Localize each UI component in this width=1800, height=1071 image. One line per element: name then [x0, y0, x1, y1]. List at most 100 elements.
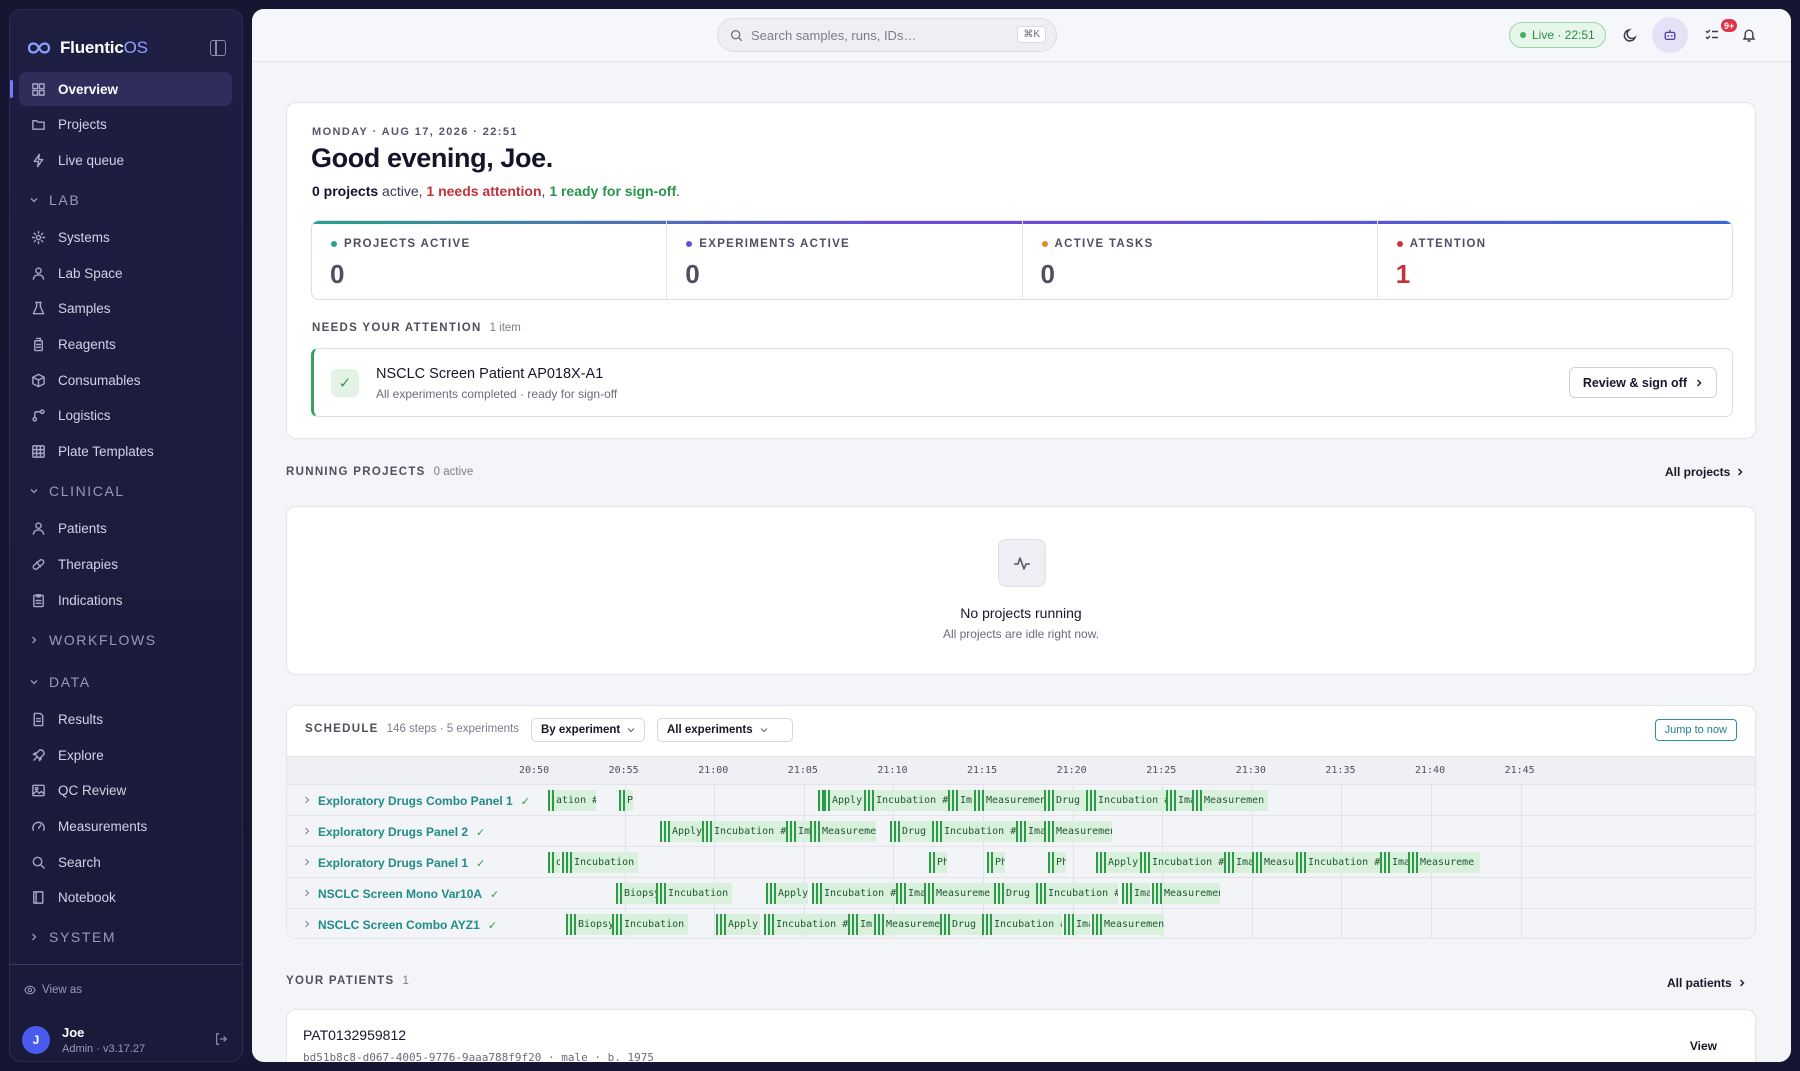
schedule-step[interactable]: Measuremen: [978, 790, 1044, 811]
schedule-step[interactable]: Im: [852, 914, 874, 935]
schedule-step[interactable]: Ima: [1384, 852, 1408, 873]
schedule-step[interactable]: Apply: [824, 790, 864, 811]
schedule-step[interactable]: Incubation #1: [768, 914, 848, 935]
schedule-step[interactable]: Ima: [1068, 914, 1090, 935]
schedule-step[interactable]: Measuremen: [1048, 821, 1112, 842]
patient-view-link[interactable]: View: [1690, 1039, 1717, 1053]
schedule-step[interactable]: Ima: [1228, 852, 1252, 873]
sidebar-item-indications[interactable]: Indications: [19, 583, 232, 617]
moon-icon[interactable]: [1622, 26, 1640, 44]
schedule-step[interactable]: osy: [548, 852, 560, 873]
schedule-step[interactable]: Measureme: [1412, 852, 1480, 873]
schedule-step[interactable]: Measur: [1256, 852, 1296, 873]
sidebar-item-plate-templates[interactable]: Plate Templates: [19, 434, 232, 468]
schedule-step[interactable]: Measureme: [878, 914, 940, 935]
collapse-sidebar-icon[interactable]: [210, 40, 226, 56]
schedule-step[interactable]: Biopsy: [616, 883, 656, 904]
experiment-link[interactable]: Exploratory Drugs Panel 1 ✓: [318, 856, 485, 870]
schedule-row[interactable]: NSCLC Screen Combo AYZ1 ✓ Biopsy Incubatio…: [287, 908, 1755, 938]
schedule-step[interactable]: Drug F: [944, 914, 982, 935]
schedule-step[interactable]: Measuremen: [1156, 883, 1220, 904]
bell-icon[interactable]: [1740, 26, 1758, 44]
schedule-step[interactable]: Apply: [720, 914, 760, 935]
sidebar-item-overview[interactable]: Overview: [10, 72, 232, 106]
attention-item[interactable]: ✓ NSCLC Screen Patient AP018X-A1 All exp…: [311, 348, 1733, 417]
sidebar-item-notebook[interactable]: Notebook: [19, 881, 232, 915]
patient-card[interactable]: PAT0132959812 bd51b8c8-d067-4005-9776-9a…: [286, 1009, 1756, 1062]
sidebar-item-explore[interactable]: Explore: [19, 738, 232, 772]
sidebar-section-lab[interactable]: LAB: [19, 179, 232, 221]
schedule-step[interactable]: Ima: [900, 883, 924, 904]
experiment-link[interactable]: Exploratory Drugs Panel 2 ✓: [318, 825, 485, 839]
live-status-badge[interactable]: Live · 22:51: [1509, 22, 1606, 48]
schedule-step[interactable]: Biopsy: [570, 914, 612, 935]
sidebar-section-data[interactable]: DATA: [19, 661, 232, 703]
schedule-step[interactable]: Apply: [664, 821, 702, 842]
chevron-right-icon[interactable]: [303, 796, 311, 804]
logout-icon[interactable]: [214, 1032, 228, 1046]
chevron-right-icon[interactable]: [303, 827, 311, 835]
experiment-filter-dropdown[interactable]: All experiments: [657, 718, 793, 742]
schedule-step[interactable]: Incubation #1: [1144, 852, 1224, 873]
chevron-right-icon[interactable]: [303, 889, 311, 897]
checklist-icon[interactable]: [1703, 26, 1721, 44]
schedule-row[interactable]: Exploratory Drugs Panel 2 ✓ Apply Incubati…: [287, 815, 1755, 846]
schedule-step[interactable]: Incubation #0: [660, 883, 732, 904]
sidebar-item-reagents[interactable]: Reagents: [19, 328, 232, 362]
schedule-step[interactable]: Drug F: [998, 883, 1036, 904]
schedule-step[interactable]: Measuremen: [814, 821, 876, 842]
experiment-link[interactable]: Exploratory Drugs Combo Panel 1 ✓: [318, 794, 530, 808]
schedule-step[interactable]: Ph: [619, 790, 633, 811]
schedule-step[interactable]: Measuremen: [1196, 790, 1268, 811]
all-patients-link[interactable]: All patients: [1667, 976, 1746, 990]
user-profile[interactable]: J Joe Admin · v3.17.27: [22, 1018, 230, 1061]
all-projects-link[interactable]: All projects: [1665, 465, 1744, 479]
schedule-step[interactable]: Ima: [1020, 821, 1044, 842]
jump-to-now-button[interactable]: Jump to now: [1654, 719, 1737, 741]
schedule-step[interactable]: Incubation #2: [936, 821, 1016, 842]
schedule-step[interactable]: Incubation #0: [566, 852, 638, 873]
schedule-step[interactable]: Incubation #0: [616, 914, 688, 935]
sidebar-item-results[interactable]: Results: [19, 703, 232, 737]
sidebar-item-therapies[interactable]: Therapies: [19, 548, 232, 582]
sidebar-item-qc-review[interactable]: QC Review: [19, 774, 232, 808]
group-by-dropdown[interactable]: By experiment: [531, 718, 646, 742]
schedule-row[interactable]: Exploratory Drugs Panel 1✓ osy Incubation…: [287, 846, 1755, 877]
schedule-step[interactable]: Ph: [1048, 852, 1066, 873]
schedule-step[interactable]: Incubation #2: [1040, 883, 1118, 904]
brand[interactable]: FluenticOS: [28, 36, 148, 60]
schedule-step[interactable]: Im: [790, 821, 810, 842]
search-input[interactable]: [751, 27, 1001, 43]
chevron-right-icon[interactable]: [303, 920, 311, 928]
schedule-step[interactable]: Drug F: [894, 821, 932, 842]
schedule-step[interactable]: Ph: [929, 852, 947, 873]
sidebar-item-projects[interactable]: Projects: [19, 108, 232, 142]
experiment-link[interactable]: NSCLC Screen Combo AYZ1 ✓: [318, 918, 497, 932]
dashboard-scroll[interactable]: MONDAY · AUG 17, 2026 · 22:51 Good eveni…: [252, 63, 1791, 1062]
sidebar-item-systems[interactable]: Systems: [19, 221, 232, 255]
sidebar-item-consumables[interactable]: Consumables: [19, 363, 232, 397]
schedule-step[interactable]: Incubation #2: [986, 914, 1062, 935]
sidebar-item-search[interactable]: Search: [19, 845, 232, 879]
schedule-step[interactable]: Drug F: [1048, 790, 1086, 811]
sidebar-section-clinical[interactable]: CLINICAL: [19, 470, 232, 512]
schedule-step[interactable]: ation #6: [548, 790, 596, 811]
schedule-step[interactable]: Incubation #1: [868, 790, 948, 811]
assistant-button[interactable]: [1652, 17, 1688, 53]
schedule-step[interactable]: Incubation #1: [816, 883, 896, 904]
schedule-row[interactable]: NSCLC Screen Mono Var10A✓ BiopsyIncubati…: [287, 877, 1755, 908]
experiment-link[interactable]: NSCLC Screen Mono Var10A ✓: [318, 887, 499, 901]
sidebar-section-system[interactable]: SYSTEM: [19, 916, 232, 958]
sidebar-item-live-queue[interactable]: Live queue: [19, 143, 232, 177]
sidebar-item-measurements[interactable]: Measurements: [19, 810, 232, 844]
view-as-button[interactable]: View as: [24, 984, 82, 996]
schedule-step[interactable]: Im: [952, 790, 974, 811]
schedule-step[interactable]: Incubation #1: [706, 821, 786, 842]
schedule-step[interactable]: Measurement: [1096, 914, 1164, 935]
sidebar-item-samples[interactable]: Samples: [19, 292, 232, 326]
sidebar-section-workflows[interactable]: WORKFLOWS: [19, 619, 232, 661]
schedule-step[interactable]: Apply: [770, 883, 808, 904]
schedule-step[interactable]: Apply: [1100, 852, 1140, 873]
schedule-step[interactable]: Ph: [987, 852, 1005, 873]
schedule-step[interactable]: Incubation #2: [1090, 790, 1166, 811]
